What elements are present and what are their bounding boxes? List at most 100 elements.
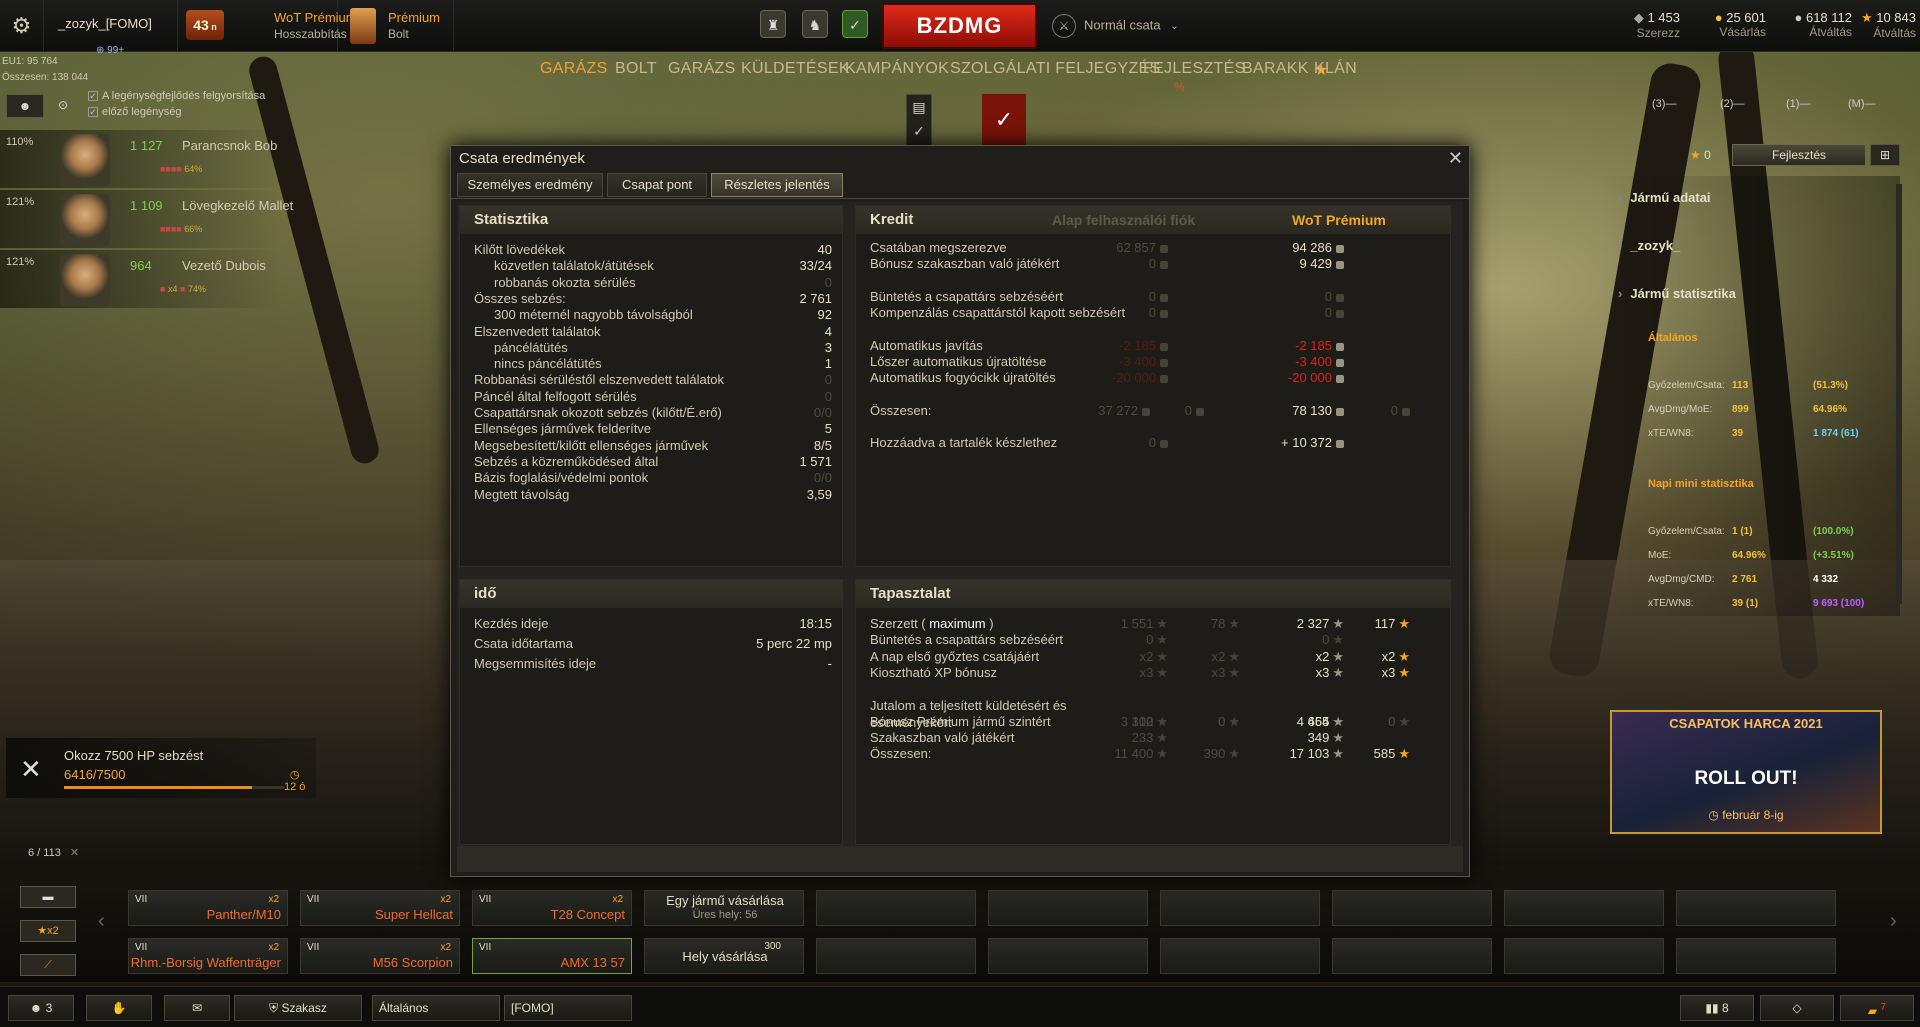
handshake-icon[interactable]: ✋ xyxy=(86,995,152,1021)
vehicle-name: Rhm.-Borsig Waffenträger xyxy=(130,955,281,970)
credit-icon xyxy=(1142,407,1150,416)
credit-basic: -20 000 xyxy=(1112,370,1168,385)
empty-slot xyxy=(1332,938,1492,974)
stat-value: 3 xyxy=(824,339,832,355)
xp-premium: 349 ★ xyxy=(1308,730,1344,746)
battle-button[interactable]: BZDMG xyxy=(882,3,1037,49)
vehicle-slot[interactable]: VII x2 Rhm.-Borsig Waffenträger xyxy=(128,938,288,974)
xp-basic-value: 233 xyxy=(1131,730,1154,745)
nav-item-garage-2[interactable]: GARÁZS xyxy=(668,60,736,78)
crew-member-commander[interactable]: 110% 1 127 Parancsnok Bob ■■■■ 64% xyxy=(0,130,280,188)
nav-item-shop[interactable]: BOLT xyxy=(615,60,657,78)
friends-button[interactable]: ☻ 3 xyxy=(8,995,74,1021)
xp-label: Büntetés a csapattárs sebzéséért xyxy=(870,632,1063,647)
credit-icon xyxy=(1336,374,1344,383)
vehicle-slot[interactable]: VII x2 T28 Concept xyxy=(472,890,632,926)
resource-free-xp[interactable]: ★ 10 843 Átváltás xyxy=(1856,10,1916,40)
vehicle-name: T28 Concept xyxy=(550,907,625,922)
crew-book-icon[interactable]: ⊙ xyxy=(58,98,68,112)
nav-item-service-record[interactable]: SZOLGÁLATI FELJEGYZÉS xyxy=(950,60,1161,78)
medal-icon[interactable]: ♜ xyxy=(760,10,786,38)
nav-item-garage[interactable]: GARÁZS xyxy=(540,60,608,78)
tab-detailed-report[interactable]: Részletes jelentés xyxy=(711,173,843,197)
tab-team-score[interactable]: Csapat pont xyxy=(607,173,707,197)
ready-check-icon[interactable]: ✓ xyxy=(842,10,868,38)
xp-premium-free-value: x3 xyxy=(1381,665,1396,680)
premium-level-button[interactable]: 43 n WoT Prémium Hosszabbítás xyxy=(178,0,357,52)
tank-filter-icon[interactable]: ▬ xyxy=(20,886,76,908)
crew-xp: 1 127 xyxy=(130,138,163,153)
vehicle-slot[interactable]: VII x2 Super Hellcat xyxy=(300,890,460,926)
notifications-button[interactable]: ▰ 7 xyxy=(1840,995,1914,1021)
rank-badge[interactable]: (1)— xyxy=(1786,98,1810,110)
rank-badge[interactable]: (M)— xyxy=(1848,98,1876,110)
tab-personal[interactable]: Személyes eredmény xyxy=(457,173,603,197)
panel-scrollbar[interactable] xyxy=(1896,184,1902,604)
x2-filter-button[interactable]: ★x2 xyxy=(20,920,76,942)
accelerate-crew-checkbox[interactable]: ✓ A legénységfejlődés felgyorsítása xyxy=(88,90,265,102)
chat-icon[interactable]: ✉ xyxy=(164,995,230,1021)
premium-filter-icon[interactable]: ⟋ xyxy=(20,954,76,976)
credit-premium-value: 0 xyxy=(1324,289,1332,304)
vehicle-slot-selected[interactable]: VII AMX 13 57 xyxy=(472,938,632,974)
section-vehicle-data[interactable]: Jármű adatai xyxy=(1618,190,1710,205)
section-vehicle-stats[interactable]: Jármű statisztika xyxy=(1618,286,1736,301)
xp-star-icon: ★ xyxy=(1156,730,1168,745)
rank-badge[interactable]: (3)— xyxy=(1652,98,1676,110)
resource-credits[interactable]: ● 618 112 Átváltás xyxy=(1776,10,1853,39)
rank-badge[interactable]: (2)— xyxy=(1720,98,1744,110)
time-panel: idő Kezdés ideje 18:15 Csata időtartama 5 p… xyxy=(459,579,843,845)
invites-badge[interactable]: ⊕ 99+ xyxy=(96,45,124,56)
carousel-right-arrow[interactable]: › xyxy=(1890,910,1897,933)
nav-item-research[interactable]: FEJLESZTÉS xyxy=(1143,60,1246,78)
crew-member-gunner[interactable]: 121% 1 109 Lövegkezelő Mallet ■■■■ 66% xyxy=(0,190,293,248)
daily-check-icon[interactable]: ✓ xyxy=(982,94,1026,146)
event-banner[interactable]: CSAPATOK HARCA 2021 ROLL OUT! ◷ február … xyxy=(1610,710,1882,834)
credit-label: Hozzáadva a tartalék készlethez xyxy=(870,435,1058,450)
vehicle-slot[interactable]: VII x2 M56 Scorpion xyxy=(300,938,460,974)
nav-item-missions[interactable]: KÜLDETÉSEK xyxy=(741,60,850,78)
server-online: EU1: 95 764 xyxy=(2,56,58,67)
close-icon[interactable]: ✕ xyxy=(1448,148,1463,169)
diamond-icon[interactable]: ◇ xyxy=(1760,995,1834,1021)
section-player[interactable]: _zozyk_ xyxy=(1618,238,1680,253)
crew-member-driver[interactable]: 121% 964 Vezető Dubois ■ x4 ■ 74% xyxy=(0,250,280,308)
squad-icon[interactable]: ♞ xyxy=(802,10,828,38)
mission-tracker[interactable]: ✕ Okozz 7500 HP sebzést 6416/7500 ◷ 12 ó xyxy=(6,738,316,798)
xp-star-icon: ★ xyxy=(1332,714,1344,729)
chat-channel-clan[interactable]: [FOMO] xyxy=(504,995,632,1021)
close-filter-icon[interactable]: ✕ xyxy=(70,847,79,859)
carousel-left-arrow[interactable]: ‹ xyxy=(98,910,105,933)
upgrade-button[interactable]: Fejlesztés xyxy=(1732,144,1866,166)
mission-title: Okozz 7500 HP sebzést xyxy=(64,748,204,763)
nav-item-campaigns[interactable]: KAMPÁNYOK xyxy=(845,60,949,78)
vehicle-x2: x2 xyxy=(268,894,279,905)
sessions-button[interactable]: ▮▮ 8 xyxy=(1680,995,1754,1021)
vehicle-slot[interactable]: VII x2 Panther/M10 xyxy=(128,890,288,926)
xp-premium-value: 349 xyxy=(1307,730,1330,745)
settings-gear-icon[interactable]: ⚙ xyxy=(0,0,44,52)
resource-gold[interactable]: ● 25 601 Vásárlás xyxy=(1700,10,1766,39)
previous-crew-checkbox[interactable]: ✓ előző legénység xyxy=(88,106,182,118)
vehicle-name: AMX 13 57 xyxy=(560,955,625,970)
premium-shop-button[interactable]: Prémium Bolt xyxy=(338,0,454,52)
compare-icon[interactable]: ⊞ xyxy=(1870,144,1900,166)
empty-slot xyxy=(988,890,1148,926)
vehicle-x2: x2 xyxy=(612,894,623,905)
crew-toggle-icon[interactable]: ☻ xyxy=(6,94,44,118)
nav-item-barracks[interactable]: BARAKK xyxy=(1242,60,1309,78)
credit-label: Automatikus javítás xyxy=(870,338,983,353)
resource-bonds[interactable]: ◆ 1 453 Szerezz xyxy=(1622,10,1680,40)
chat-channel-general[interactable]: Általános xyxy=(372,995,500,1021)
stat-value: 1 571 xyxy=(799,453,832,469)
battle-mode-select[interactable]: ⚔ Normál csata ⌄ xyxy=(1052,14,1179,38)
buy-slot-button[interactable]: Hely vásárlása 300 xyxy=(644,938,804,974)
buy-vehicle-slot[interactable]: Egy jármű vásárlása Üres hely: 56 xyxy=(644,890,804,926)
squad-button[interactable]: ⛨ Szakasz xyxy=(234,995,362,1021)
xp-premium: 2 327 ★ xyxy=(1297,616,1344,632)
time-value: 18:15 xyxy=(799,616,832,631)
stat-value: 0 xyxy=(824,274,832,290)
xp-basic-free-value: 0 xyxy=(1218,714,1226,729)
checklist-icon[interactable]: ▤ ✓ xyxy=(906,94,932,146)
check-icon: ✓ xyxy=(88,107,98,118)
